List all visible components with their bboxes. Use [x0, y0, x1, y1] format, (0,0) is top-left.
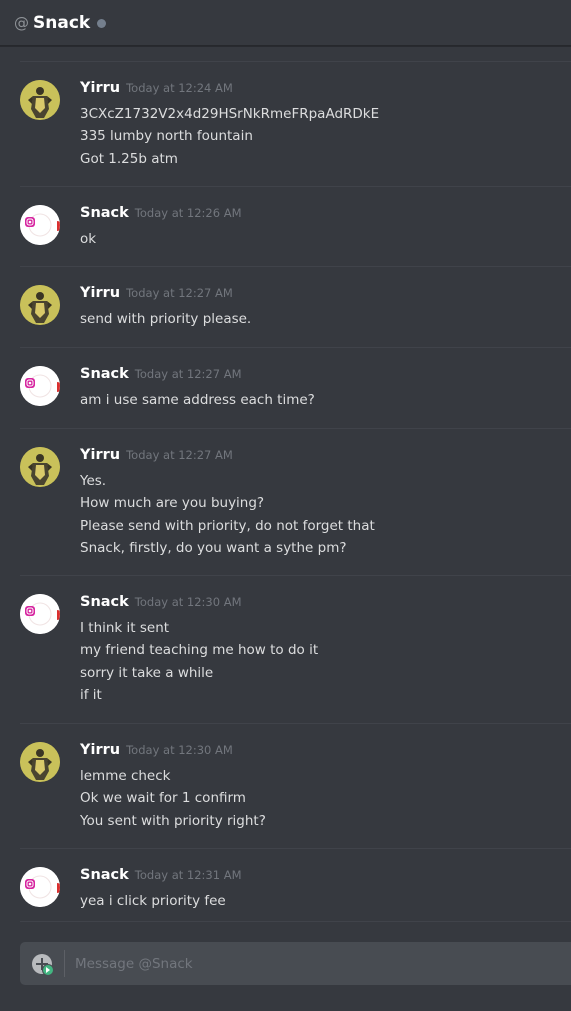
snack-avatar[interactable] — [20, 594, 60, 634]
message: Yirru Today at 12:30 AM lemme check Ok w… — [0, 742, 571, 849]
message-line: Got 1.25b atm — [80, 150, 178, 167]
channel-title[interactable]: Snack — [33, 13, 90, 33]
message-line: How much are you buying? — [80, 495, 265, 512]
timestamp: Today at 12:27 AM — [126, 448, 233, 462]
message: Snack Today at 12:26 AM ok — [0, 205, 571, 267]
message-line: yea i click priority fee — [80, 893, 226, 909]
message: Yirru Today at 12:27 AM Yes. How much ar… — [0, 447, 571, 576]
yirru-avatar[interactable] — [20, 447, 60, 487]
message-composer — [20, 942, 571, 985]
instagram-logo-icon — [20, 594, 60, 634]
message: Snack Today at 12:27 AM am i use same ad… — [0, 366, 571, 429]
message-divider — [20, 347, 571, 348]
author-name[interactable]: Snack — [80, 594, 129, 610]
message-divider — [20, 575, 571, 576]
message-line: You sent with priority right? — [80, 812, 266, 829]
message-content: Yes. How much are you buying? Please sen… — [80, 470, 375, 559]
timestamp: Today at 12:31 AM — [134, 868, 242, 882]
composer-divider — [64, 950, 65, 977]
message-line: sorry it take a while — [80, 664, 214, 681]
snack-avatar[interactable] — [20, 205, 60, 245]
message-content: 3CXcZ1732V2x4d29HSrNkRmeFRpaAdRDkE 335 l… — [80, 103, 379, 170]
snack-avatar[interactable] — [20, 366, 60, 406]
instagram-logo-icon — [20, 205, 60, 245]
message-line: 335 lumby north fountain — [80, 128, 253, 145]
author-name[interactable]: Yirru — [80, 742, 120, 758]
message-line: send with priority please. — [80, 311, 252, 327]
author-name[interactable]: Yirru — [80, 80, 120, 96]
yirru-avatar[interactable] — [20, 285, 60, 325]
snack-avatar[interactable] — [20, 867, 60, 907]
message-divider — [20, 428, 571, 429]
message: Yirru Today at 12:24 AM 3CXcZ1732V2x4d29… — [0, 80, 571, 187]
message-divider — [20, 266, 571, 267]
message-divider — [20, 921, 571, 922]
yirru-avatar[interactable] — [20, 742, 60, 782]
message-line: am i use same address each time? — [80, 392, 315, 408]
armored-figure-icon — [20, 285, 60, 325]
message-content: I think it sent my friend teaching me ho… — [80, 617, 318, 706]
message-content: yea i click priority fee — [80, 890, 226, 912]
at-icon: @ — [14, 13, 29, 32]
message-content: lemme check Ok we wait for 1 confirm You… — [80, 765, 266, 832]
message-divider — [20, 848, 571, 849]
message-line: I think it sent — [80, 620, 170, 636]
message-content: ok — [80, 228, 96, 250]
yirru-avatar[interactable] — [20, 80, 60, 120]
message-line: Yes. — [80, 473, 107, 489]
message-line: 3CXcZ1732V2x4d29HSrNkRmeFRpaAdRDkE — [80, 106, 380, 122]
message-divider — [20, 61, 571, 62]
message-input[interactable] — [75, 942, 555, 985]
message-content: send with priority please. — [80, 308, 251, 330]
upload-badge-icon — [42, 964, 54, 976]
author-name[interactable]: Snack — [80, 867, 129, 883]
timestamp: Today at 12:30 AM — [134, 595, 242, 609]
author-name[interactable]: Yirru — [80, 285, 120, 301]
message-line: my friend teaching me how to do it — [80, 642, 319, 659]
timestamp: Today at 12:30 AM — [126, 743, 233, 757]
author-name[interactable]: Snack — [80, 205, 129, 221]
message: Snack Today at 12:30 AM I think it sent … — [0, 594, 571, 724]
message: Snack Today at 12:31 AM yea i click prio… — [0, 867, 571, 922]
message-divider — [20, 723, 571, 724]
message-line: Ok we wait for 1 confirm — [80, 790, 246, 807]
message-line: ok — [80, 231, 97, 247]
armored-figure-icon — [20, 742, 60, 782]
timestamp: Today at 12:27 AM — [134, 367, 242, 381]
message-line: if it — [80, 686, 102, 703]
message-divider — [20, 186, 571, 187]
instagram-logo-icon — [20, 867, 60, 907]
timestamp: Today at 12:26 AM — [134, 206, 242, 220]
message: Yirru Today at 12:27 AM send with priori… — [0, 285, 571, 348]
armored-figure-icon — [20, 80, 60, 120]
message-line: lemme check — [80, 768, 171, 784]
author-name[interactable]: Yirru — [80, 447, 120, 463]
instagram-logo-icon — [20, 366, 60, 406]
message-line: Snack, firstly, do you want a sythe pm? — [80, 539, 347, 556]
status-dot-icon — [97, 18, 107, 28]
armored-figure-icon — [20, 447, 60, 487]
author-name[interactable]: Snack — [80, 366, 129, 382]
channel-header: @ Snack — [0, 0, 571, 46]
message-line: Please send with priority, do not forget… — [80, 517, 375, 534]
message-content: am i use same address each time? — [80, 389, 315, 411]
timestamp: Today at 12:24 AM — [126, 81, 233, 95]
timestamp: Today at 12:27 AM — [126, 286, 233, 300]
